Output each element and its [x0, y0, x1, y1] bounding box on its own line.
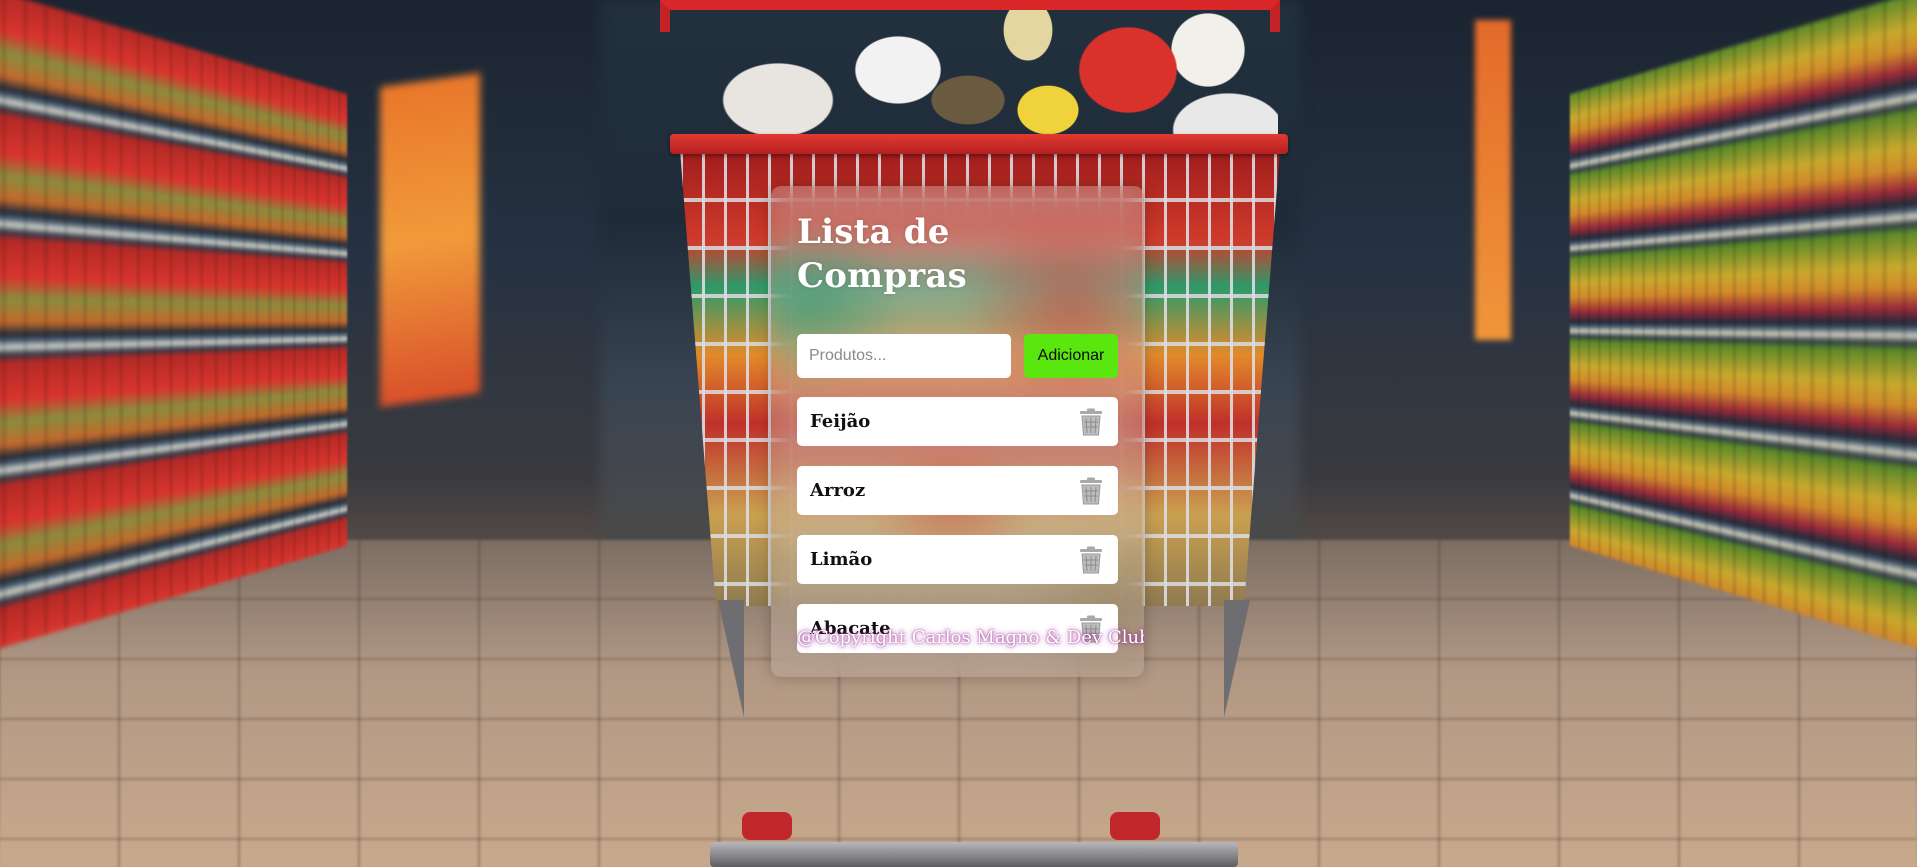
trash-icon[interactable] — [1078, 477, 1104, 505]
cart-rim — [670, 134, 1288, 154]
trash-icon[interactable] — [1078, 546, 1104, 574]
right-shelves — [1569, 0, 1917, 660]
list-item-label: Limão — [810, 549, 873, 570]
shopping-list-card: Lista de Compras Adicionar Feijão Arroz — [771, 186, 1144, 677]
list-item-label: Arroz — [810, 480, 866, 501]
cart-wheel-left — [742, 812, 792, 840]
right-promo-sign — [1475, 20, 1511, 340]
product-input[interactable] — [797, 334, 1011, 378]
add-button[interactable]: Adicionar — [1024, 334, 1118, 378]
trash-icon[interactable] — [1078, 408, 1104, 436]
list-item: Limão — [797, 535, 1118, 584]
copyright-footer: @Copyright Carlos Magno & Dev Club — [797, 627, 1144, 648]
left-shelves — [0, 0, 348, 660]
cart-wheel-right — [1110, 812, 1160, 840]
list-item-label: Feijão — [810, 411, 871, 432]
list-item: Arroz — [797, 466, 1118, 515]
cart-base — [710, 842, 1238, 867]
left-promo-sign — [380, 72, 480, 408]
cart-handle — [660, 0, 1280, 32]
add-product-form: Adicionar — [797, 334, 1118, 378]
list-item: Feijão — [797, 397, 1118, 446]
page-title: Lista de Compras — [797, 212, 967, 296]
product-list: Feijão Arroz Limão Abacate — [797, 397, 1118, 653]
